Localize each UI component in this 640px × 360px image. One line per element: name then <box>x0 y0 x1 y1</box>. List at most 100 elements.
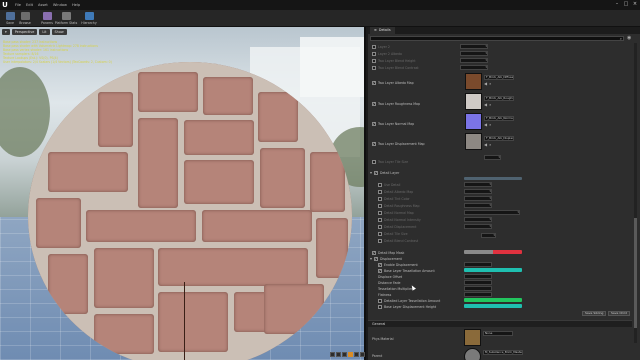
platform-stats-button[interactable]: Platform Stats <box>55 11 77 26</box>
override-checkbox[interactable] <box>378 203 382 208</box>
show-button[interactable]: Show <box>51 29 67 35</box>
param-value-field[interactable] <box>481 233 496 238</box>
param-value-field[interactable] <box>464 210 520 215</box>
cylinder-preview-icon[interactable] <box>330 352 335 357</box>
override-checkbox[interactable] <box>372 121 376 126</box>
search-input[interactable]: ⌕ <box>370 36 624 41</box>
override-checkbox[interactable] <box>372 51 376 56</box>
override-checkbox[interactable] <box>378 189 382 194</box>
override-checkbox[interactable] <box>378 217 382 222</box>
override-checkbox[interactable] <box>378 196 382 201</box>
override-checkbox[interactable] <box>372 44 376 49</box>
param-value-field[interactable] <box>464 280 492 285</box>
sphere-preview-icon[interactable] <box>336 352 341 357</box>
parent-material-picker[interactable]: M_Substance_Brick_Master <box>483 350 523 355</box>
view-options-icon[interactable]: ◉ <box>627 35 631 41</box>
texture-asset-picker[interactable]: T_Brick_Alb_Normal <box>484 116 514 121</box>
texture-thumbnail[interactable] <box>465 73 482 90</box>
save-child-button[interactable]: Save Child <box>608 311 630 316</box>
param-value-field[interactable] <box>460 51 488 56</box>
param-value-field[interactable] <box>464 189 492 194</box>
browse-button[interactable]: Browse <box>18 11 32 26</box>
override-checkbox[interactable] <box>378 210 382 215</box>
panel-scrollbar[interactable] <box>634 43 637 343</box>
override-checkbox[interactable] <box>378 224 382 229</box>
override-checkbox[interactable] <box>378 298 382 303</box>
group-header-displacement[interactable]: ▾ Displacement <box>370 256 632 262</box>
mask-color-bar[interactable] <box>464 250 522 254</box>
scrollbar-thumb[interactable] <box>634 218 637 328</box>
plane-preview-icon[interactable] <box>342 352 347 357</box>
override-checkbox[interactable] <box>378 268 382 273</box>
phys-material-picker[interactable]: None <box>483 331 513 336</box>
browse-asset-icon[interactable]: ⌕ <box>489 142 491 147</box>
param-value-field[interactable] <box>484 155 501 160</box>
menu-window[interactable]: Window <box>53 3 67 7</box>
browse-asset-icon[interactable]: ⌕ <box>489 81 491 86</box>
use-selected-icon[interactable]: ◀ <box>484 142 487 147</box>
cube-preview-icon[interactable] <box>348 352 353 357</box>
preview-viewport[interactable]: ▾ Perspective Lit Show Base pass shader:… <box>0 27 366 360</box>
texture-thumbnail[interactable] <box>465 113 482 130</box>
viewport-menu-button[interactable]: ▾ <box>2 29 10 35</box>
lit-button[interactable]: Lit <box>39 29 50 35</box>
texture-asset-picker[interactable]: T_Brick_Alb_Diffuse <box>484 75 514 80</box>
param-value-field[interactable] <box>464 292 492 297</box>
override-checkbox[interactable] <box>378 231 382 236</box>
hierarchy-button[interactable]: Hierarchy <box>81 11 97 26</box>
tessellation-slider[interactable] <box>464 268 522 272</box>
param-value-field[interactable] <box>464 182 492 187</box>
texture-thumbnail[interactable] <box>465 93 482 110</box>
override-checkbox[interactable] <box>372 65 376 70</box>
menu-asset[interactable]: Asset <box>38 3 48 7</box>
param-value-field[interactable] <box>464 196 492 201</box>
mesh-preview-icon[interactable] <box>354 352 359 357</box>
maximize-icon[interactable]: □ <box>623 1 629 7</box>
param-value-field[interactable] <box>464 274 492 279</box>
group-header-detail-layer[interactable]: ▾ Detail Layer <box>370 170 632 176</box>
menu-file[interactable]: File <box>15 3 21 7</box>
displacement-height-slider[interactable] <box>464 304 522 308</box>
save-sibling-button[interactable]: Save Sibling <box>582 311 607 316</box>
param-value-field[interactable] <box>464 224 492 229</box>
close-icon[interactable]: × <box>632 1 638 7</box>
browse-asset-icon[interactable]: ⌕ <box>489 102 491 107</box>
teapot-preview-icon[interactable] <box>360 352 365 357</box>
param-value-field[interactable] <box>460 58 488 63</box>
browse-asset-icon[interactable]: ⌕ <box>489 122 491 127</box>
override-checkbox[interactable] <box>378 182 382 187</box>
general-section-header[interactable]: General <box>368 320 632 327</box>
save-button[interactable]: Save <box>3 11 17 26</box>
param-value-field[interactable] <box>460 44 488 49</box>
menu-edit[interactable]: Edit <box>26 3 33 7</box>
param-value-field[interactable] <box>464 262 492 267</box>
menu-help[interactable]: Help <box>72 3 80 7</box>
override-checkbox[interactable] <box>378 304 382 309</box>
override-checkbox[interactable] <box>378 262 382 267</box>
perspective-button[interactable]: Perspective <box>11 29 38 35</box>
texture-asset-picker[interactable]: T_Brick_Alb_Displacement <box>484 136 514 141</box>
param-value-field[interactable] <box>464 203 492 208</box>
use-selected-icon[interactable]: ◀ <box>484 102 487 107</box>
phys-material-thumbnail[interactable] <box>464 329 481 346</box>
minimize-icon[interactable]: – <box>614 1 620 7</box>
override-checkbox[interactable] <box>378 238 382 243</box>
texture-asset-picker[interactable]: T_Brick_Alb_RoughnessMap <box>484 96 514 101</box>
params-button[interactable]: Params <box>40 11 54 26</box>
parent-material-thumbnail[interactable] <box>464 348 481 360</box>
param-value-field[interactable] <box>460 65 488 70</box>
use-selected-icon[interactable]: ◀ <box>484 122 487 127</box>
group-checkbox[interactable] <box>374 170 379 175</box>
override-checkbox[interactable] <box>372 159 376 164</box>
override-checkbox[interactable] <box>372 58 376 63</box>
tab-details[interactable]: ≡ Details <box>370 27 395 34</box>
override-checkbox[interactable] <box>372 80 376 85</box>
param-value-field[interactable] <box>464 286 492 291</box>
override-checkbox[interactable] <box>372 250 376 255</box>
use-selected-icon[interactable]: ◀ <box>484 81 487 86</box>
param-value-field[interactable] <box>464 217 492 222</box>
override-checkbox[interactable] <box>372 101 376 106</box>
group-checkbox[interactable] <box>374 256 379 261</box>
texture-thumbnail[interactable] <box>465 133 482 150</box>
detail-tessellation-slider[interactable] <box>464 298 522 302</box>
